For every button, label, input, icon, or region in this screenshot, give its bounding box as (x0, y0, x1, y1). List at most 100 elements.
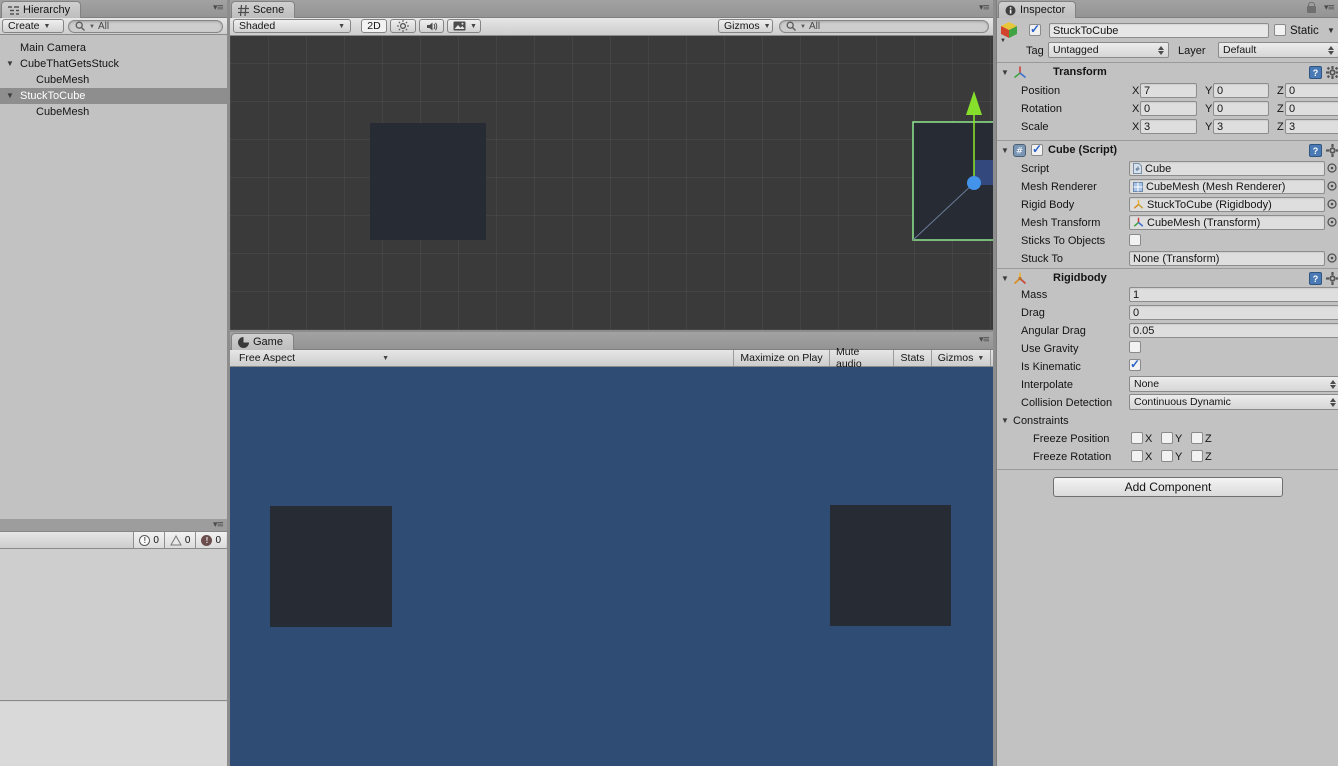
angular-drag-field[interactable]: 0.05 (1129, 323, 1338, 338)
foldout-open-icon[interactable]: ▼ (6, 88, 14, 104)
drag-field[interactable]: 0 (1129, 305, 1338, 320)
scale-z-field[interactable]: 3 (1285, 119, 1338, 134)
gameobject-icon[interactable] (1000, 21, 1018, 39)
scale-x-field[interactable]: 3 (1140, 119, 1197, 134)
rotation-z-field[interactable]: 0 (1285, 101, 1338, 116)
hierarchy-item-main-camera[interactable]: Main Camera (0, 40, 227, 56)
game-panel-menu-icon[interactable]: ▾≡ (979, 335, 990, 345)
gear-icon[interactable] (1326, 272, 1338, 285)
scene-audio-button[interactable] (419, 19, 444, 33)
scene-effects-button[interactable]: ▼ (447, 19, 481, 33)
foldout-open-icon[interactable]: ▼ (1001, 274, 1009, 283)
game-gizmos-dropdown[interactable]: Gizmos ▼ (931, 350, 991, 366)
tab-scene[interactable]: Scene (231, 1, 296, 18)
sticks-to-objects-checkbox[interactable] (1129, 234, 1141, 246)
object-picker-icon[interactable] (1327, 217, 1337, 227)
interpolate-dropdown[interactable]: None (1129, 376, 1338, 392)
mesh-renderer-field[interactable]: CubeMesh (Mesh Renderer) (1129, 179, 1325, 194)
mute-audio-button[interactable]: Mute audio (829, 346, 893, 370)
hierarchy-panel-menu-icon[interactable]: ▾≡ (213, 3, 224, 13)
hierarchy-toolbar: Create ▼ ▼ All (0, 18, 227, 35)
object-picker-icon[interactable] (1327, 163, 1337, 173)
help-icon[interactable]: ? (1309, 66, 1322, 79)
scene-panel-menu-icon[interactable]: ▾≡ (979, 3, 990, 13)
hierarchy-item-cubethatgetsstuck[interactable]: ▼ CubeThatGetsStuck (0, 56, 227, 72)
freeze-rotation-z-checkbox[interactable] (1191, 450, 1203, 462)
static-chevron-icon[interactable]: ▼ (1327, 26, 1335, 35)
hierarchy-item-cubemesh-1[interactable]: CubeMesh (0, 72, 227, 88)
hierarchy-item-cubemesh-2[interactable]: CubeMesh (0, 104, 227, 120)
mesh-transform-field[interactable]: CubeMesh (Transform) (1129, 215, 1325, 230)
collision-detection-dropdown[interactable]: Continuous Dynamic (1129, 394, 1338, 410)
console-panel-menu-icon[interactable]: ▾≡ (213, 520, 224, 530)
object-picker-icon[interactable] (1327, 181, 1337, 191)
transform-header[interactable]: ▼ Transform ? (997, 62, 1338, 81)
rigidbody-header[interactable]: ▼ Rigidbody ? (997, 268, 1338, 287)
aspect-dropdown[interactable]: Free Aspect ▼ (233, 351, 395, 365)
foldout-open-icon[interactable]: ▼ (1001, 146, 1009, 155)
stuck-to-field[interactable]: None (Transform) (1129, 251, 1325, 266)
rotation-x-field[interactable]: 0 (1140, 101, 1197, 116)
object-picker-icon[interactable] (1327, 199, 1337, 209)
rotation-y-field[interactable]: 0 (1213, 101, 1269, 116)
maximize-on-play-button[interactable]: Maximize on Play (733, 350, 829, 366)
foldout-open-icon[interactable]: ▼ (1001, 68, 1009, 77)
object-picker-icon[interactable] (1327, 253, 1337, 263)
rigid-body-field[interactable]: StuckToCube (Rigidbody) (1129, 197, 1325, 212)
lock-icon[interactable] (1307, 2, 1316, 13)
gameobject-icon-chevron[interactable]: ▼ (1000, 38, 1006, 44)
hierarchy-item-stucktocube[interactable]: ▼ StuckToCube (0, 88, 227, 104)
position-z-field[interactable]: 0 (1285, 83, 1338, 98)
draw-mode-dropdown[interactable]: Shaded ▼ (233, 19, 351, 33)
scene-search-input[interactable]: ▼ All (779, 20, 989, 33)
tag-dropdown[interactable]: Untagged (1048, 42, 1169, 58)
console-log-list[interactable] (0, 549, 227, 701)
component-enabled-checkbox[interactable] (1031, 142, 1043, 156)
hierarchy-search-input[interactable]: ▼ All (68, 20, 223, 33)
scene-panel: Scene ▾≡ Shaded ▼ 2D ▼ Gizmos ▼ ▼ All (230, 0, 993, 330)
scale-y-field[interactable]: 3 (1213, 119, 1269, 134)
position-y-field[interactable]: 0 (1213, 83, 1269, 98)
tab-game[interactable]: Game (231, 333, 294, 350)
create-button[interactable]: Create ▼ (2, 19, 64, 33)
freeze-position-z-checkbox[interactable] (1191, 432, 1203, 444)
layer-dropdown[interactable]: Default (1218, 42, 1338, 58)
stats-button[interactable]: Stats (893, 350, 931, 366)
hierarchy-search-text: All (97, 21, 110, 32)
use-gravity-checkbox[interactable] (1129, 341, 1141, 353)
mass-field[interactable]: 1 (1129, 287, 1338, 302)
game-viewport[interactable] (230, 367, 993, 766)
freeze-position-y-checkbox[interactable] (1161, 432, 1173, 444)
gear-icon[interactable] (1326, 66, 1338, 79)
console-warning-badge[interactable]: 0 (163, 532, 196, 548)
help-icon[interactable]: ? (1309, 272, 1322, 285)
toggle-2d-button[interactable]: 2D (361, 19, 387, 33)
static-checkbox[interactable] (1274, 24, 1286, 36)
tab-inspector[interactable]: Inspector (998, 1, 1077, 18)
help-icon[interactable]: ? (1309, 144, 1322, 157)
tab-hierarchy[interactable]: Hierarchy (1, 1, 82, 18)
inspector-tab-icon (1005, 5, 1016, 16)
script-field[interactable]: # Cube (1129, 161, 1325, 176)
cube-script-header[interactable]: ▼ # Cube (Script) ? (997, 140, 1338, 159)
console-info-badge[interactable]: ! 0 (133, 532, 164, 548)
freeze-position-x-checkbox[interactable] (1131, 432, 1143, 444)
position-x-field[interactable]: 7 (1140, 83, 1197, 98)
gear-icon[interactable] (1326, 144, 1338, 157)
scene-lighting-button[interactable] (390, 19, 416, 33)
is-kinematic-checkbox[interactable] (1129, 357, 1141, 371)
inspector-panel-menu-icon[interactable]: ▾≡ (1324, 3, 1335, 13)
add-component-button[interactable]: Add Component (1053, 477, 1283, 497)
transform-ref-icon (1133, 217, 1144, 228)
freeze-rotation-y-checkbox[interactable] (1161, 450, 1173, 462)
foldout-open-icon[interactable]: ▼ (6, 56, 14, 72)
scene-gizmos-dropdown[interactable]: Gizmos ▼ (718, 19, 773, 33)
object-name-field[interactable]: StuckToCube (1049, 23, 1269, 38)
console-header: ▾≡ (0, 519, 227, 532)
active-checkbox[interactable] (1029, 22, 1041, 36)
console-error-badge[interactable]: ! 0 (195, 532, 226, 548)
svg-text:#: # (1135, 166, 1140, 173)
scene-viewport[interactable] (230, 36, 993, 330)
constraints-foldout-icon[interactable]: ▼ (1001, 416, 1009, 425)
freeze-rotation-x-checkbox[interactable] (1131, 450, 1143, 462)
